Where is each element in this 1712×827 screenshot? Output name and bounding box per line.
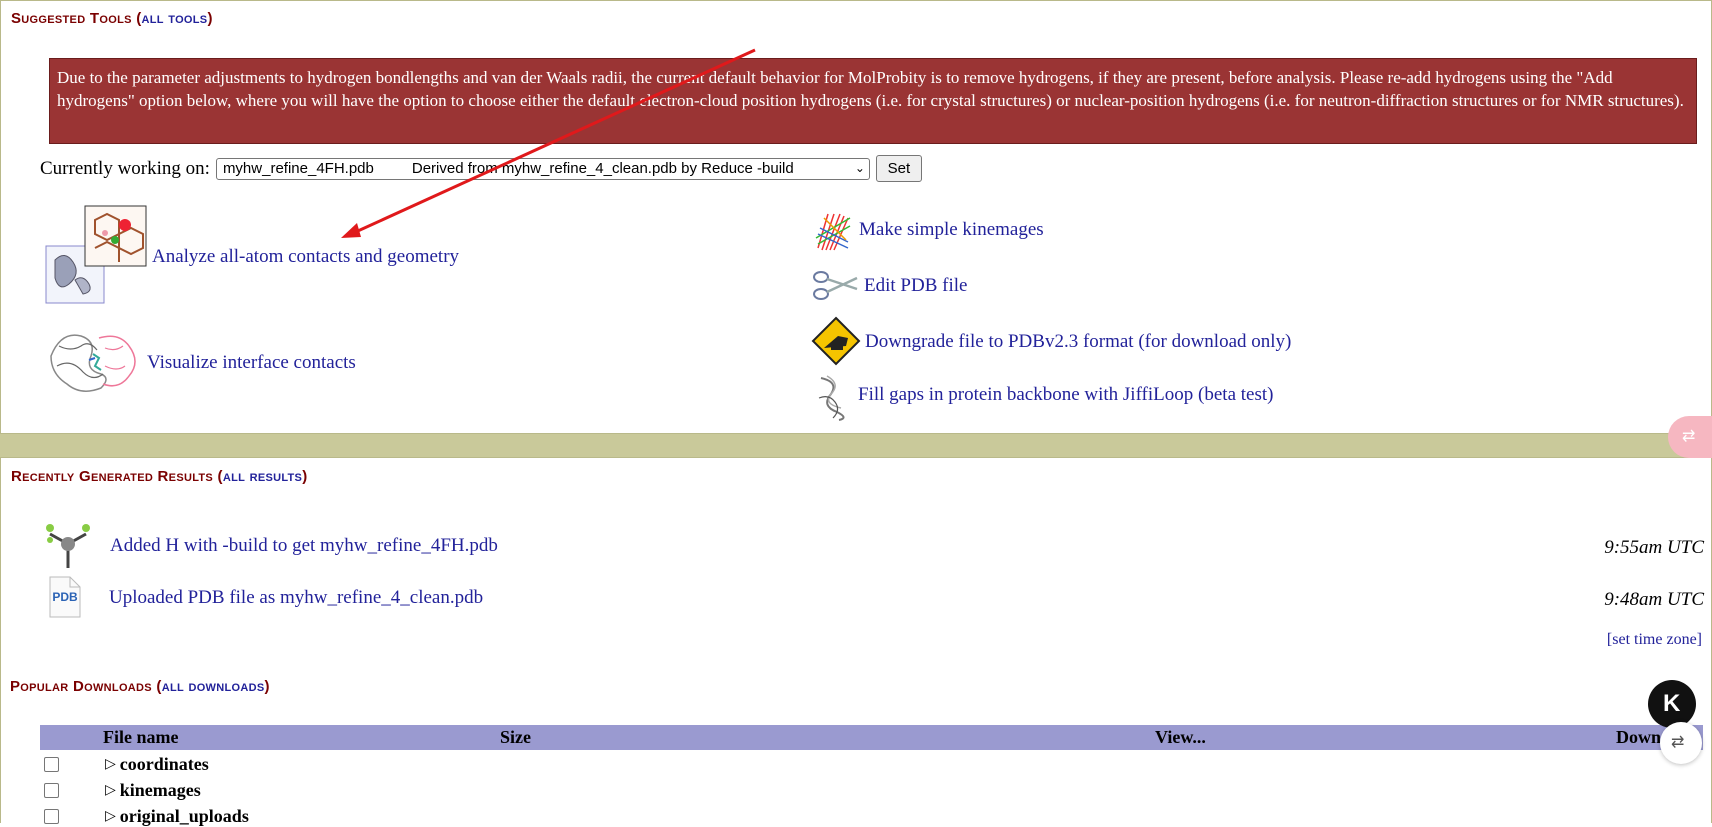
result-link[interactable]: Uploaded PDB file as myhw_refine_4_clean… [109, 587, 483, 609]
table-row: ▷ kinemages [44, 780, 201, 801]
translate-widget-button[interactable]: ⇄ [1660, 722, 1702, 764]
popular-downloads-title: Popular Downloads (all downloads) [10, 678, 270, 695]
results-panel: Recently Generated Results (all results) [0, 457, 1712, 823]
translate-small-icon: ⇄ [1671, 734, 1685, 751]
translate-icon: ⇄ [1682, 428, 1696, 445]
table-row: ▷ coordinates [44, 754, 209, 775]
expand-triangle-icon[interactable]: ▷ [105, 782, 116, 799]
table-row: ▷ original_uploads [44, 806, 249, 827]
row-file-name: original_uploads [119, 806, 249, 826]
row-checkbox[interactable] [44, 757, 59, 772]
result-row: Added H with -build to get myhw_refine_4… [44, 520, 1704, 576]
section-divider [0, 434, 1712, 457]
result-time: 9:48am UTC [1604, 589, 1704, 610]
recent-results-title: Recently Generated Results (all results) [11, 468, 308, 485]
pdb-icon-text: PDB [52, 590, 78, 604]
all-results-link[interactable]: all results [223, 468, 302, 485]
annotation-arrow [341, 48, 756, 238]
hydrogen-molecule-icon [44, 520, 92, 576]
popular-downloads-heading: Popular Downloads [10, 678, 152, 695]
suggested-tools-panel: Suggested Tools (all tools) Due to the p… [0, 0, 1712, 434]
result-link[interactable]: Added H with -build to get myhw_refine_4… [110, 535, 498, 557]
result-time: 9:55am UTC [1604, 537, 1704, 558]
recent-results-heading: Recently Generated Results [11, 468, 214, 485]
downloads-table-header: File name Size View... Down [40, 725, 1703, 750]
column-file-name: File name [103, 727, 179, 747]
result-row: PDB Uploaded PDB file as myhw_refine_4_c… [44, 575, 1704, 625]
assistant-k-icon: K [1663, 690, 1681, 717]
column-download: Down [1616, 727, 1662, 747]
row-checkbox[interactable] [44, 809, 59, 824]
row-file-name: coordinates [119, 754, 209, 774]
set-time-zone-link[interactable]: [set time zone] [1607, 631, 1702, 649]
expand-triangle-icon[interactable]: ▷ [105, 808, 116, 825]
assistant-float-button[interactable]: K [1648, 680, 1696, 728]
translate-float-button[interactable]: ⇄ [1668, 416, 1712, 458]
row-file-name: kinemages [119, 780, 201, 800]
column-view: View... [1155, 727, 1206, 747]
all-downloads-link[interactable]: all downloads [162, 678, 265, 695]
column-size: Size [500, 727, 531, 747]
row-checkbox[interactable] [44, 783, 59, 798]
expand-triangle-icon[interactable]: ▷ [105, 756, 116, 773]
pdb-file-icon: PDB [44, 575, 84, 625]
